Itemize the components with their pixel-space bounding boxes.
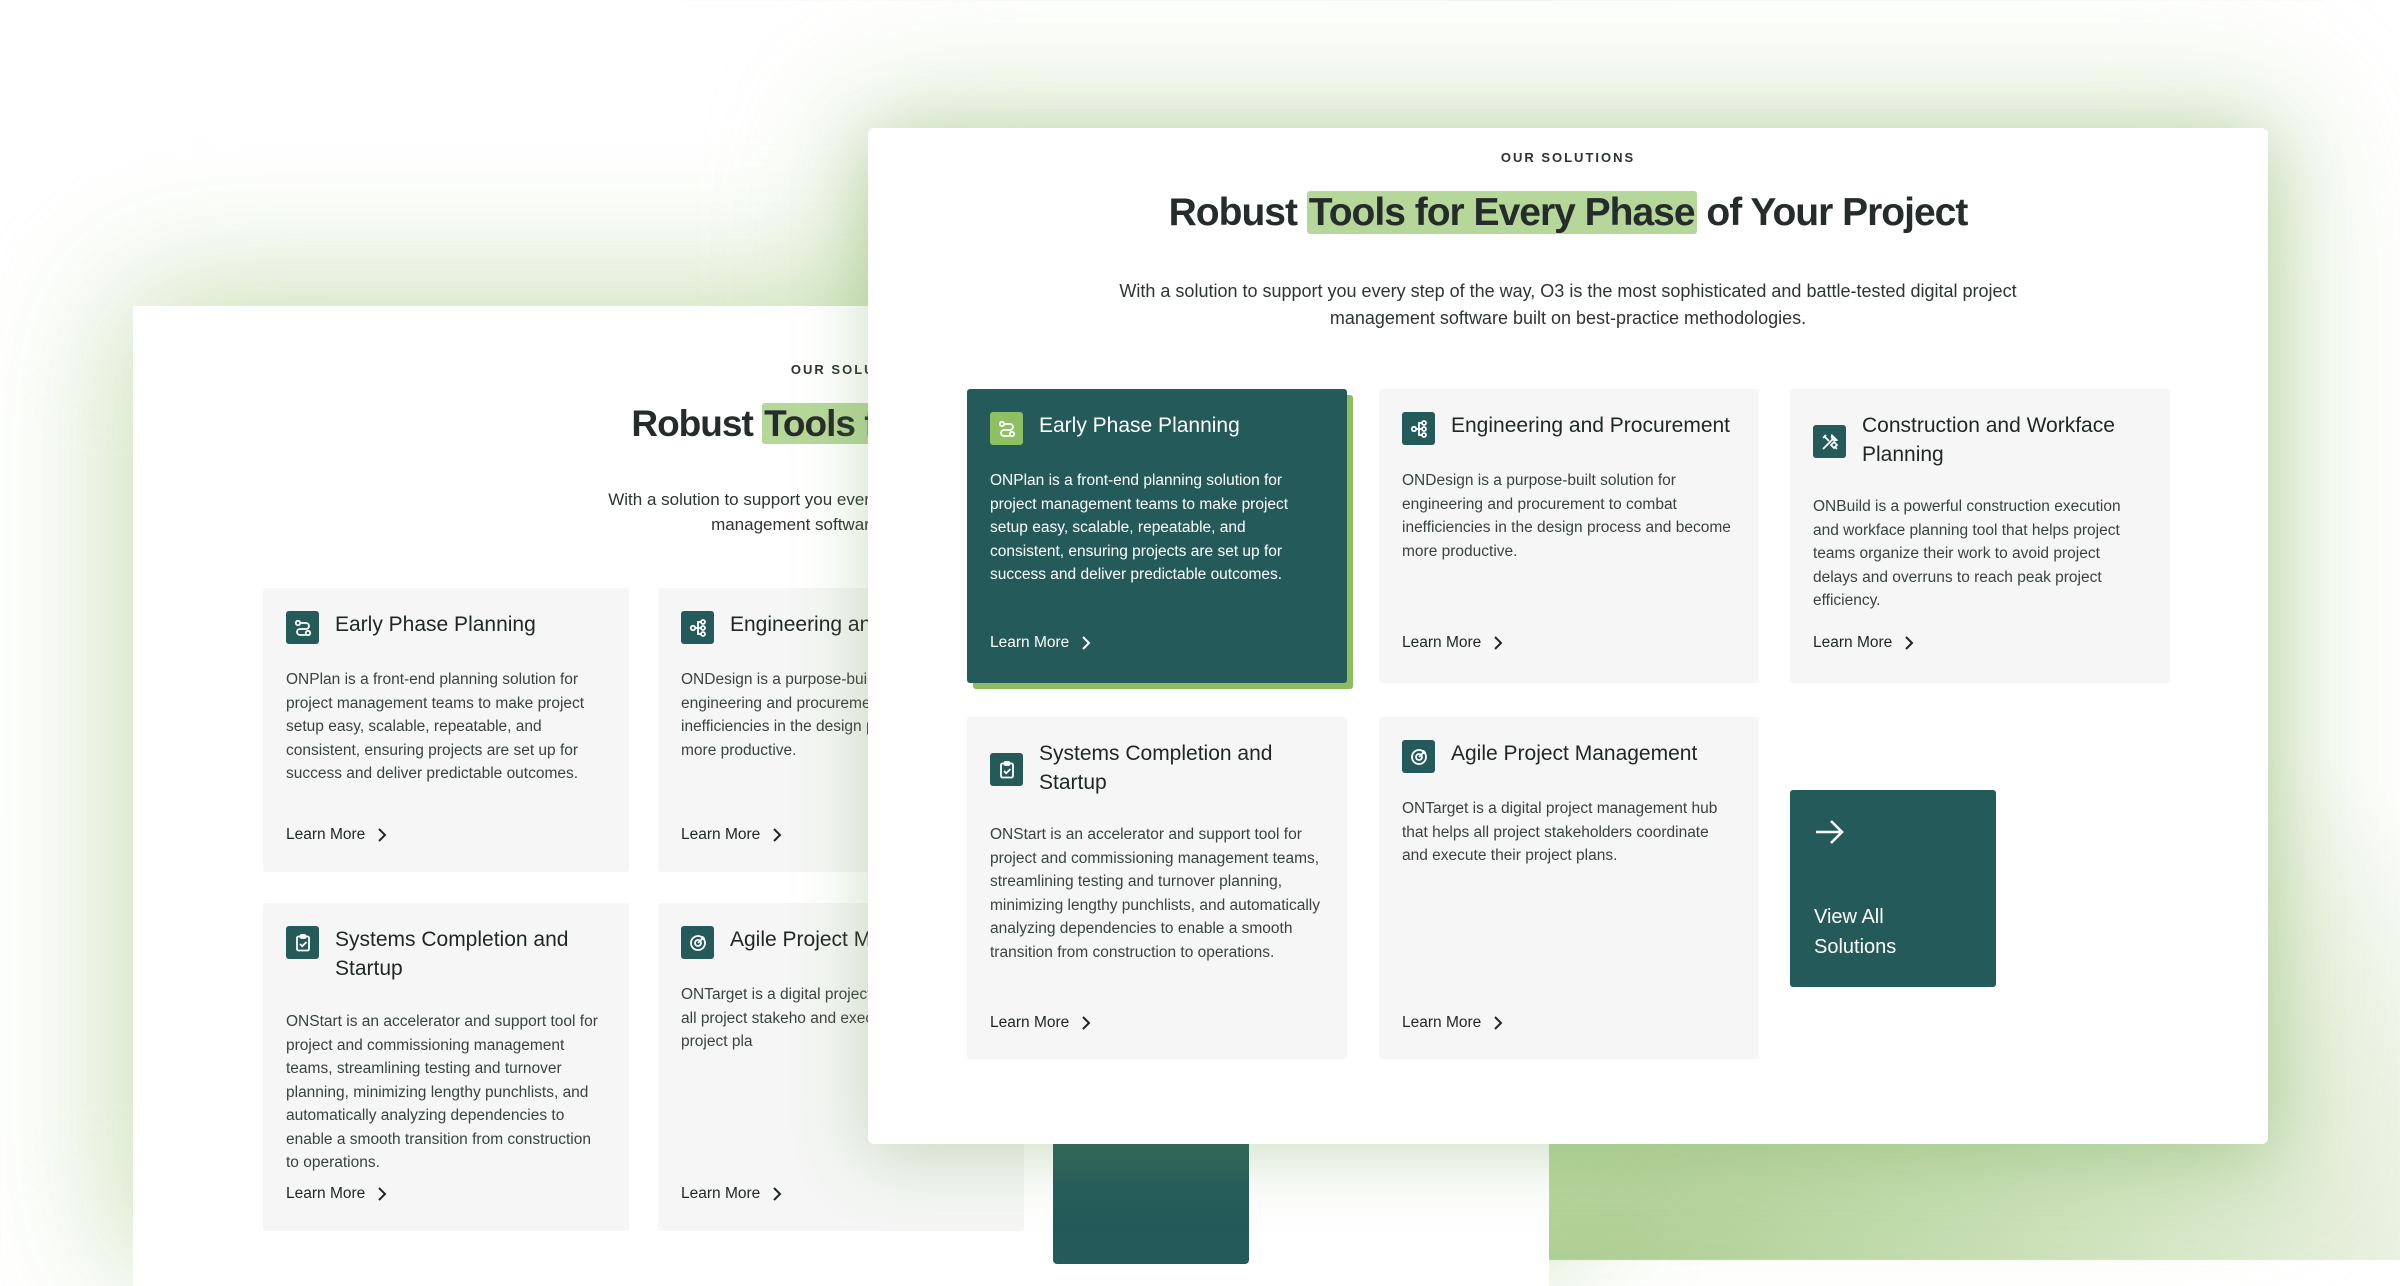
chevron-right-icon [773,1187,782,1201]
learn-more-label: Learn More [1402,634,1482,651]
learn-more-link[interactable]: Learn More [681,1185,782,1203]
intro-line-1: With a solution to support you every ste… [1119,281,2017,301]
learn-more-label: Learn More [1813,634,1893,651]
learn-more-label: Learn More [286,1185,366,1202]
chevron-right-icon [1494,1016,1503,1030]
card-title: Early Phase Planning [1039,414,1240,437]
learn-more-link[interactable]: Learn More [990,634,1091,652]
heading-text-end: of Your Project [1696,191,1968,234]
learn-more-link[interactable]: Learn More [286,1185,387,1203]
learn-more-link[interactable]: Learn More [1402,1014,1503,1032]
learn-more-link[interactable]: Learn More [681,826,782,844]
clipboard-check-icon [286,926,319,959]
card-title: Engineering and Procurement [1451,414,1731,437]
view-all-line-1: View All [1814,906,1884,928]
learn-more-label: Learn More [990,634,1070,651]
chevron-right-icon [378,1187,387,1201]
planning-path-icon [286,611,319,644]
solution-card-agile[interactable]: Agile Project Management ONTarget is a d… [1379,717,1759,1059]
solution-card-early-phase[interactable]: Early Phase Planning ONPlan is a front-e… [263,588,629,872]
learn-more-link[interactable]: Learn More [286,826,387,844]
section-heading: Robust Tools for Every Phase of Your Pro… [868,184,2268,242]
learn-more-label: Learn More [286,826,366,843]
card-description: ONTarget is a digital project management… [1402,800,1718,864]
section-intro: With a solution to support you every ste… [1018,278,2118,332]
heading-text: Robust [631,403,763,444]
card-title: Systems Completion and Startup [335,928,569,980]
card-description: ONStart is an accelerator and support to… [286,1013,598,1171]
card-title: Agile Project Management [1451,742,1698,765]
view-all-label: View All Solutions [1814,902,1896,962]
chevron-right-icon [1082,1016,1091,1030]
card-title: Early Phase Planning [335,613,536,636]
target-icon [681,926,714,959]
section-eyebrow: OUR SOLUTIONS [1500,150,1636,165]
learn-more-link[interactable]: Learn More [1813,634,1914,652]
heading-text: Robust [1168,191,1307,234]
solution-card-engineering[interactable]: Engineering and Procurement ONDesign is … [1379,389,1759,683]
learn-more-label: Learn More [681,826,761,843]
network-nodes-icon [681,611,714,644]
learn-more-label: Learn More [990,1014,1070,1031]
card-description: ONPlan is a front-end planning solution … [990,472,1289,583]
chevron-right-icon [1082,636,1091,650]
front-screenshot-panel: OUR SOLUTIONS Robust Tools for Every Pha… [868,128,2268,1144]
view-all-solutions-button[interactable]: View All Solutions [1790,790,1996,987]
clipboard-check-icon [990,753,1023,786]
intro-line-2: management software built on best-practi… [1329,308,1807,328]
card-description: ONDesign is a purpose-built solution for… [1402,472,1731,560]
card-title: Construction and Workface Planning [1862,414,2115,466]
network-nodes-icon [1402,412,1435,445]
planning-path-icon [990,412,1023,445]
solution-card-systems-completion[interactable]: Systems Completion and Startup ONStart i… [967,717,1347,1059]
card-description: ONStart is an accelerator and support to… [990,826,1320,961]
solution-card-early-phase[interactable]: Early Phase Planning ONPlan is a front-e… [967,389,1347,683]
card-title: Systems Completion and Startup [1039,742,1273,794]
solution-card-systems-completion[interactable]: Systems Completion and Startup ONStart i… [263,903,629,1231]
card-description: ONPlan is a front-end planning solution … [286,671,585,782]
view-all-line-2: Solutions [1814,936,1897,958]
target-icon [1402,740,1435,773]
tools-icon [1813,425,1846,458]
heading-highlight: Tools for Every Phase [1306,191,1697,234]
chevron-right-icon [1494,636,1503,650]
solution-card-construction[interactable]: Construction and Workface Planning ONBui… [1790,389,2170,683]
chevron-right-icon [1905,636,1914,650]
chevron-right-icon [378,828,387,842]
learn-more-label: Learn More [681,1185,761,1202]
learn-more-link[interactable]: Learn More [1402,634,1503,652]
arrow-right-icon [1816,820,1844,844]
card-description: ONBuild is a powerful construction execu… [1813,498,2121,609]
learn-more-link[interactable]: Learn More [990,1014,1091,1032]
chevron-right-icon [773,828,782,842]
learn-more-label: Learn More [1402,1014,1482,1031]
